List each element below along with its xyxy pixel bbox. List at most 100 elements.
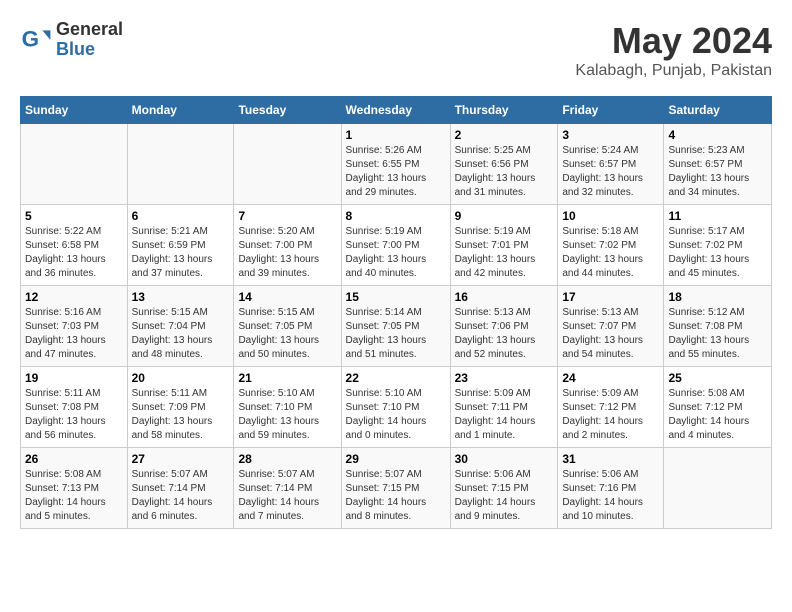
calendar-table: SundayMondayTuesdayWednesdayThursdayFrid… (20, 96, 772, 529)
calendar-cell: 26Sunrise: 5:08 AM Sunset: 7:13 PM Dayli… (21, 448, 128, 529)
day-number: 27 (132, 452, 230, 466)
day-number: 3 (562, 128, 659, 142)
day-info: Sunrise: 5:06 AM Sunset: 7:15 PM Dayligh… (455, 468, 554, 524)
day-info: Sunrise: 5:12 AM Sunset: 7:08 PM Dayligh… (668, 306, 767, 362)
day-header-friday: Friday (558, 97, 664, 124)
calendar-cell: 24Sunrise: 5:09 AM Sunset: 7:12 PM Dayli… (558, 367, 664, 448)
day-number: 5 (25, 209, 123, 223)
day-number: 1 (346, 128, 446, 142)
day-info: Sunrise: 5:09 AM Sunset: 7:12 PM Dayligh… (562, 387, 659, 443)
subtitle: Kalabagh, Punjab, Pakistan (575, 62, 772, 80)
calendar-cell: 6 Sunrise: 5:21 AM Sunset: 6:59 PM Daylig… (127, 205, 234, 286)
day-info: Sunrise: 5:22 AM Sunset: 6:58 PM Dayligh… (25, 225, 123, 281)
day-info: Sunrise: 5:17 AM Sunset: 7:02 PM Dayligh… (668, 225, 767, 281)
day-info: Sunrise: 5:24 AM Sunset: 6:57 PM Dayligh… (562, 144, 659, 200)
day-info: Sunrise: 5:06 AM Sunset: 7:16 PM Dayligh… (562, 468, 659, 524)
day-number: 30 (455, 452, 554, 466)
logo-blue-text: Blue (56, 40, 123, 60)
calendar-cell (127, 124, 234, 205)
day-header-thursday: Thursday (450, 97, 558, 124)
logo: G General Blue (20, 20, 123, 60)
day-number: 9 (455, 209, 554, 223)
day-info: Sunrise: 5:26 AM Sunset: 6:55 PM Dayligh… (346, 144, 446, 200)
calendar-cell: 27 Sunrise: 5:07 AM Sunset: 7:14 PM Dayli… (127, 448, 234, 529)
calendar-cell (664, 448, 772, 529)
logo-general-text: General (56, 20, 123, 40)
day-number: 29 (346, 452, 446, 466)
week-row-1: 1 Sunrise: 5:26 AM Sunset: 6:55 PM Daylig… (21, 124, 772, 205)
calendar-cell: 30 Sunrise: 5:06 AM Sunset: 7:15 PM Dayli… (450, 448, 558, 529)
calendar-cell: 25Sunrise: 5:08 AM Sunset: 7:12 PM Dayli… (664, 367, 772, 448)
day-info: Sunrise: 5:08 AM Sunset: 7:13 PM Dayligh… (25, 468, 123, 524)
calendar-cell: 2 Sunrise: 5:25 AM Sunset: 6:56 PM Daylig… (450, 124, 558, 205)
calendar-cell: 13Sunrise: 5:15 AM Sunset: 7:04 PM Dayli… (127, 286, 234, 367)
day-header-tuesday: Tuesday (234, 97, 341, 124)
calendar-cell: 3 Sunrise: 5:24 AM Sunset: 6:57 PM Daylig… (558, 124, 664, 205)
svg-text:G: G (22, 26, 39, 51)
calendar-cell: 31 Sunrise: 5:06 AM Sunset: 7:16 PM Dayli… (558, 448, 664, 529)
day-info: Sunrise: 5:07 AM Sunset: 7:15 PM Dayligh… (346, 468, 446, 524)
calendar-cell: 29 Sunrise: 5:07 AM Sunset: 7:15 PM Dayli… (341, 448, 450, 529)
day-info: Sunrise: 5:09 AM Sunset: 7:11 PM Dayligh… (455, 387, 554, 443)
day-info: Sunrise: 5:25 AM Sunset: 6:56 PM Dayligh… (455, 144, 554, 200)
calendar-cell: 10 Sunrise: 5:18 AM Sunset: 7:02 PM Dayli… (558, 205, 664, 286)
main-title: May 2024 (575, 20, 772, 62)
day-number: 19 (25, 371, 123, 385)
day-number: 31 (562, 452, 659, 466)
calendar-cell: 21 Sunrise: 5:10 AM Sunset: 7:10 PM Dayli… (234, 367, 341, 448)
calendar-cell: 17 Sunrise: 5:13 AM Sunset: 7:07 PM Dayli… (558, 286, 664, 367)
week-row-2: 5 Sunrise: 5:22 AM Sunset: 6:58 PM Daylig… (21, 205, 772, 286)
day-info: Sunrise: 5:18 AM Sunset: 7:02 PM Dayligh… (562, 225, 659, 281)
day-number: 4 (668, 128, 767, 142)
calendar-cell: 5 Sunrise: 5:22 AM Sunset: 6:58 PM Daylig… (21, 205, 128, 286)
day-number: 10 (562, 209, 659, 223)
day-info: Sunrise: 5:23 AM Sunset: 6:57 PM Dayligh… (668, 144, 767, 200)
calendar-cell: 16Sunrise: 5:13 AM Sunset: 7:06 PM Dayli… (450, 286, 558, 367)
calendar-cell: 19 Sunrise: 5:11 AM Sunset: 7:08 PM Dayli… (21, 367, 128, 448)
calendar-cell: 18Sunrise: 5:12 AM Sunset: 7:08 PM Dayli… (664, 286, 772, 367)
week-row-3: 12 Sunrise: 5:16 AM Sunset: 7:03 PM Dayli… (21, 286, 772, 367)
calendar-cell: 8 Sunrise: 5:19 AM Sunset: 7:00 PM Daylig… (341, 205, 450, 286)
day-number: 2 (455, 128, 554, 142)
calendar-cell: 15 Sunrise: 5:14 AM Sunset: 7:05 PM Dayli… (341, 286, 450, 367)
day-info: Sunrise: 5:19 AM Sunset: 7:00 PM Dayligh… (346, 225, 446, 281)
day-info: Sunrise: 5:16 AM Sunset: 7:03 PM Dayligh… (25, 306, 123, 362)
day-number: 20 (132, 371, 230, 385)
day-header-monday: Monday (127, 97, 234, 124)
calendar-header-row: SundayMondayTuesdayWednesdayThursdayFrid… (21, 97, 772, 124)
day-info: Sunrise: 5:19 AM Sunset: 7:01 PM Dayligh… (455, 225, 554, 281)
day-number: 7 (238, 209, 336, 223)
calendar-cell: 12 Sunrise: 5:16 AM Sunset: 7:03 PM Dayli… (21, 286, 128, 367)
day-info: Sunrise: 5:14 AM Sunset: 7:05 PM Dayligh… (346, 306, 446, 362)
day-info: Sunrise: 5:21 AM Sunset: 6:59 PM Dayligh… (132, 225, 230, 281)
day-header-saturday: Saturday (664, 97, 772, 124)
day-number: 21 (238, 371, 336, 385)
day-number: 13 (132, 290, 230, 304)
calendar-cell: 14 Sunrise: 5:15 AM Sunset: 7:05 PM Dayli… (234, 286, 341, 367)
calendar-cell: 23 Sunrise: 5:09 AM Sunset: 7:11 PM Dayli… (450, 367, 558, 448)
day-number: 14 (238, 290, 336, 304)
day-info: Sunrise: 5:07 AM Sunset: 7:14 PM Dayligh… (132, 468, 230, 524)
day-number: 23 (455, 371, 554, 385)
logo-icon: G (20, 24, 52, 56)
week-row-4: 19 Sunrise: 5:11 AM Sunset: 7:08 PM Dayli… (21, 367, 772, 448)
calendar-cell: 7Sunrise: 5:20 AM Sunset: 7:00 PM Daylig… (234, 205, 341, 286)
calendar-cell (21, 124, 128, 205)
page-header: G General Blue May 2024 Kalabagh, Punjab… (20, 20, 772, 80)
day-info: Sunrise: 5:07 AM Sunset: 7:14 PM Dayligh… (238, 468, 336, 524)
calendar-cell: 11Sunrise: 5:17 AM Sunset: 7:02 PM Dayli… (664, 205, 772, 286)
day-info: Sunrise: 5:15 AM Sunset: 7:05 PM Dayligh… (238, 306, 336, 362)
calendar-cell: 22Sunrise: 5:10 AM Sunset: 7:10 PM Dayli… (341, 367, 450, 448)
day-header-wednesday: Wednesday (341, 97, 450, 124)
calendar-cell: 20Sunrise: 5:11 AM Sunset: 7:09 PM Dayli… (127, 367, 234, 448)
day-number: 8 (346, 209, 446, 223)
day-info: Sunrise: 5:10 AM Sunset: 7:10 PM Dayligh… (238, 387, 336, 443)
day-number: 15 (346, 290, 446, 304)
day-info: Sunrise: 5:11 AM Sunset: 7:08 PM Dayligh… (25, 387, 123, 443)
day-number: 6 (132, 209, 230, 223)
day-number: 17 (562, 290, 659, 304)
day-info: Sunrise: 5:13 AM Sunset: 7:07 PM Dayligh… (562, 306, 659, 362)
day-number: 12 (25, 290, 123, 304)
calendar-body: 1 Sunrise: 5:26 AM Sunset: 6:55 PM Daylig… (21, 124, 772, 529)
day-header-sunday: Sunday (21, 97, 128, 124)
